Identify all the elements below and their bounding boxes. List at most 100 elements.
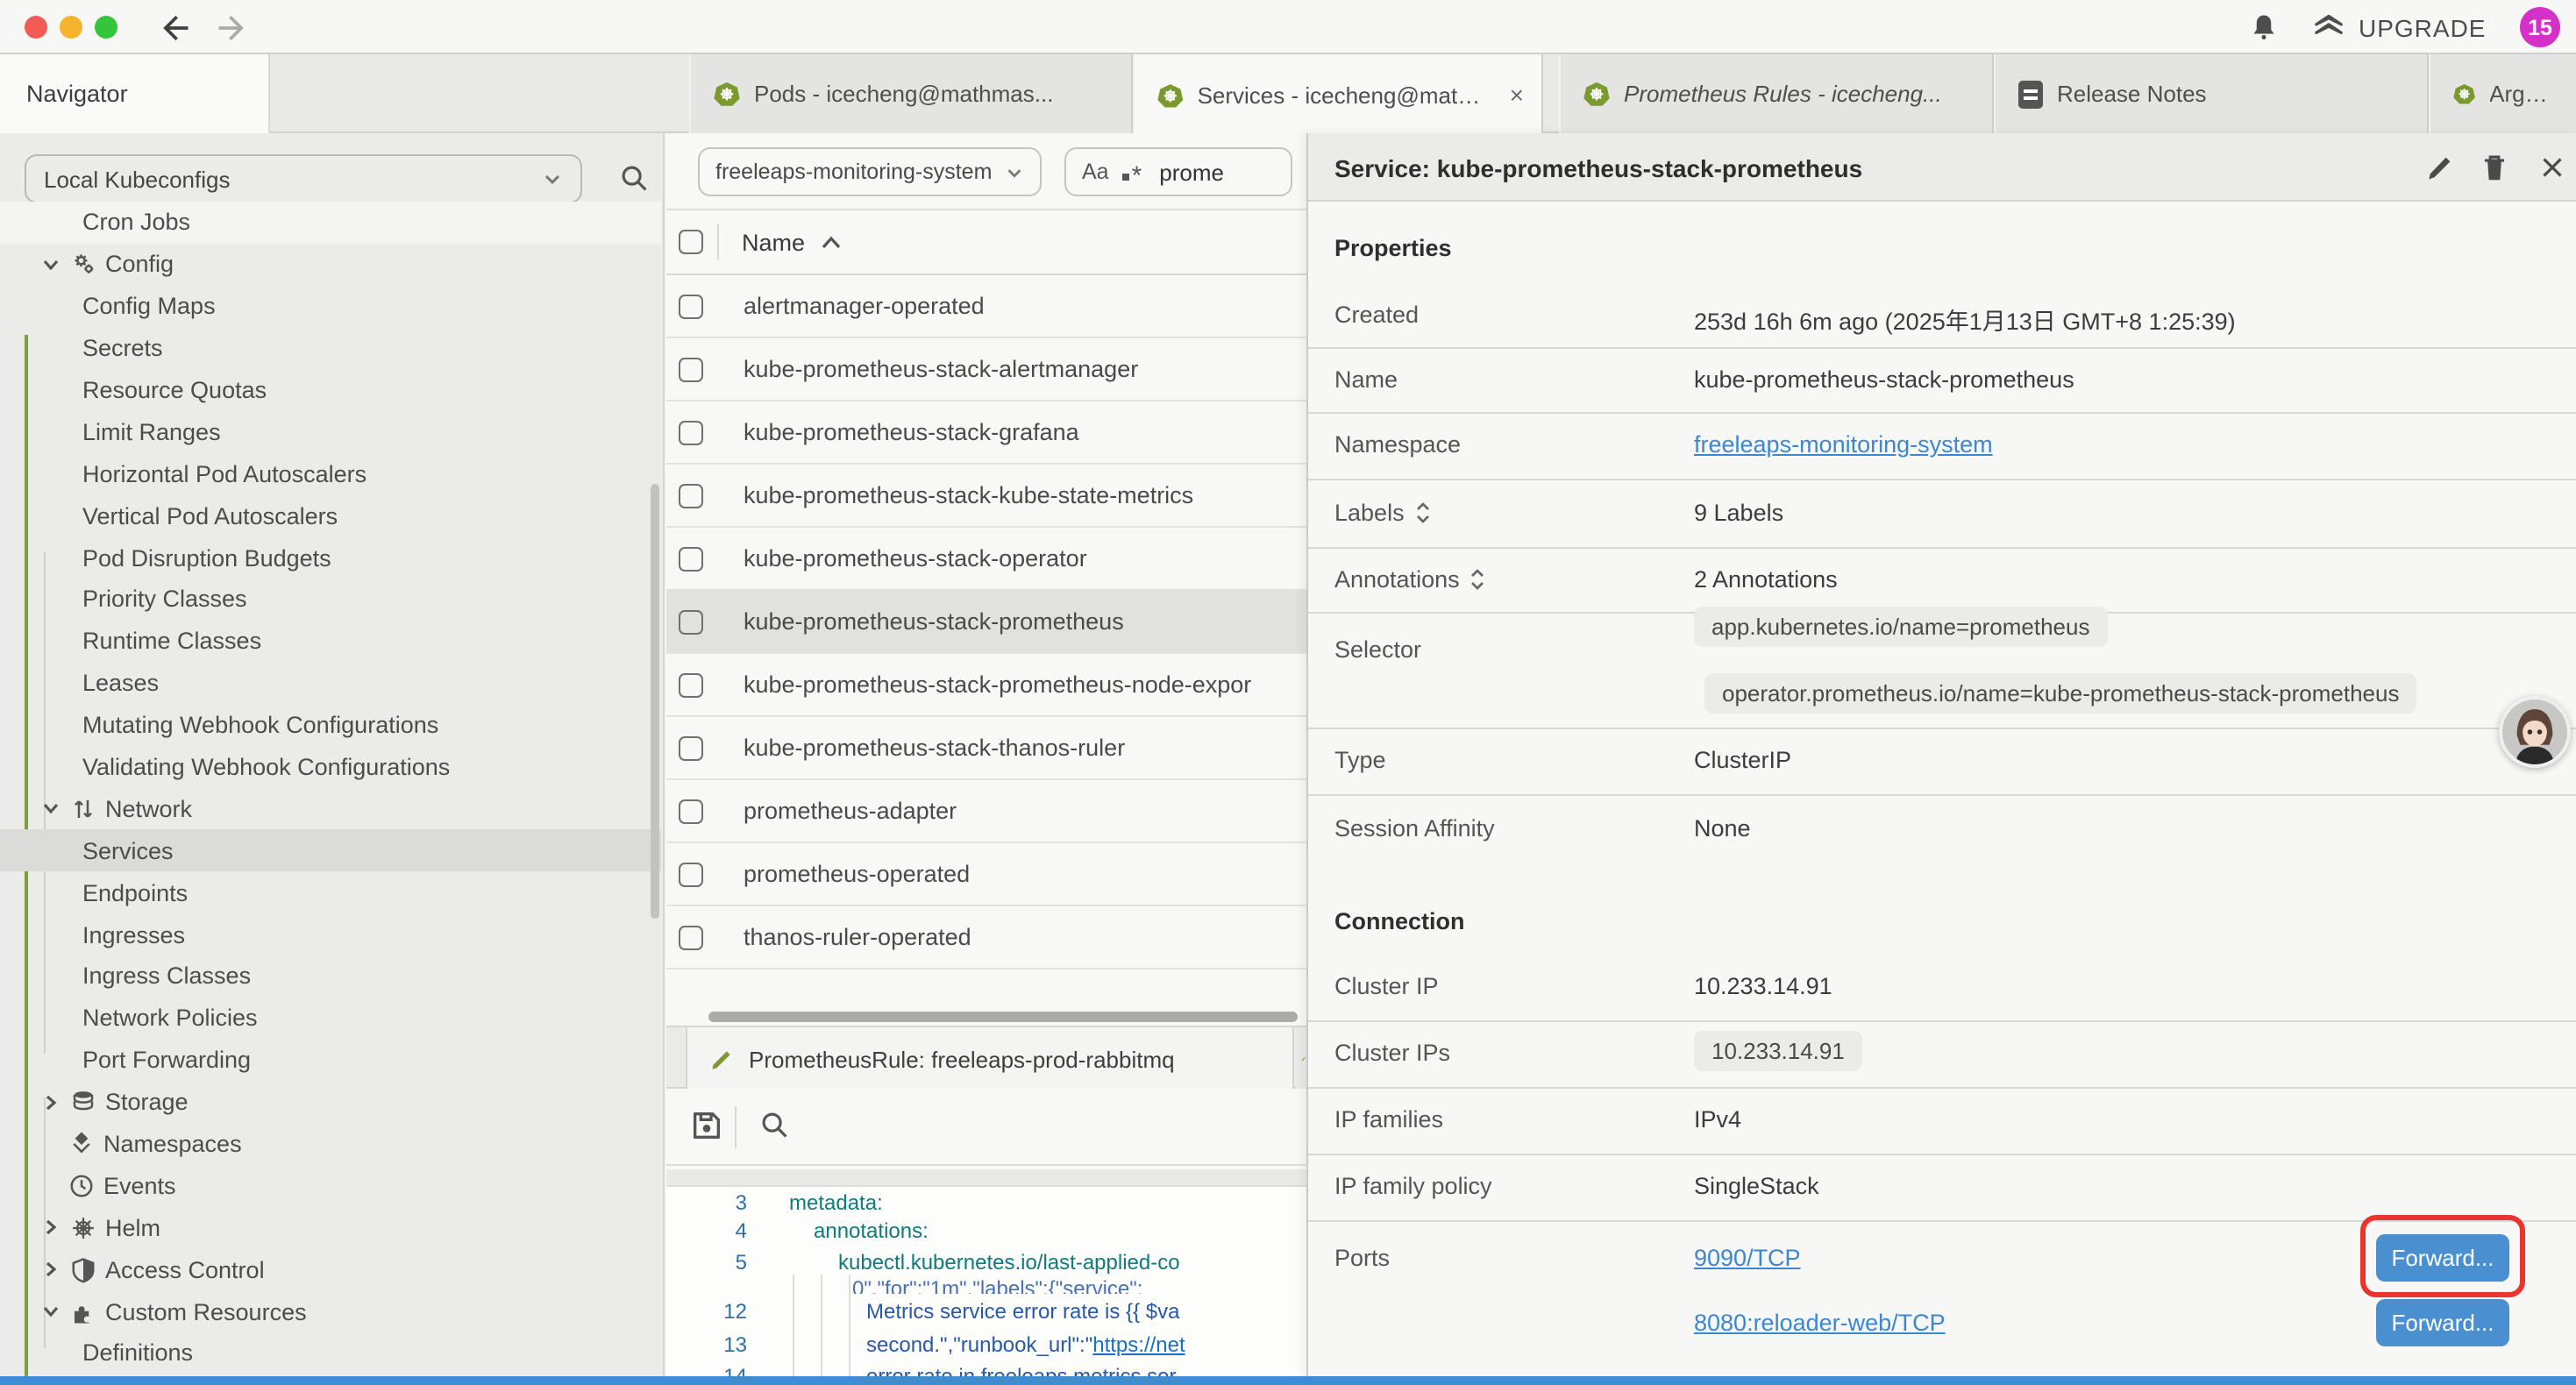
forward-port-button[interactable]: Forward... — [2376, 1299, 2509, 1346]
port-link[interactable]: 9090/TCP — [1694, 1245, 1801, 1271]
row-checkbox[interactable] — [679, 672, 703, 697]
search-icon[interactable] — [758, 1108, 791, 1141]
sidebar-item-config[interactable]: Config — [0, 244, 661, 286]
horizontal-scrollbar[interactable] — [666, 1010, 1306, 1024]
table-row[interactable]: thanos-ruler-operated — [666, 906, 1306, 970]
close-tab-icon[interactable]: × — [1510, 81, 1524, 109]
sidebar-item-limit-ranges[interactable]: Limit Ranges — [0, 411, 661, 453]
filter-input[interactable] — [1156, 157, 1247, 187]
cluster-ip-value: 10.233.14.91 — [1694, 973, 1832, 999]
sidebar-item-ingress-classes[interactable]: Ingress Classes — [0, 955, 661, 998]
row-checkbox[interactable] — [679, 799, 703, 823]
sidebar-item-events[interactable]: Events — [0, 1165, 661, 1207]
table-row[interactable]: kube-prometheus-stack-prometheus-node-ex… — [666, 654, 1306, 717]
edit-pencil-icon[interactable] — [2423, 151, 2457, 184]
tab-services[interactable]: Services - icecheng@math... × — [1133, 54, 1543, 135]
assistant-avatar[interactable] — [2499, 696, 2571, 768]
kubernetes-icon — [2453, 81, 2475, 107]
sidebar-item-port-forwarding[interactable]: Port Forwarding — [0, 1040, 661, 1082]
port-link[interactable]: 8080:reloader-web/TCP — [1694, 1310, 1946, 1336]
table-row-selected[interactable]: kube-prometheus-stack-prometheus — [666, 591, 1306, 654]
close-icon[interactable] — [2536, 151, 2569, 184]
row-checkbox[interactable] — [679, 735, 703, 760]
sidebar-item-ingresses[interactable]: Ingresses — [0, 913, 661, 955]
table-row[interactable]: kube-prometheus-stack-grafana — [666, 401, 1306, 465]
table-row[interactable]: kube-prometheus-stack-thanos-ruler — [666, 717, 1306, 780]
row-checkbox[interactable] — [679, 420, 703, 444]
sidebar-item-endpoints[interactable]: Endpoints — [0, 872, 661, 914]
sidebar-item-namespaces[interactable]: Namespaces — [0, 1123, 661, 1165]
trash-icon[interactable] — [2478, 151, 2511, 184]
upgrade-button[interactable]: UPGRADE — [2311, 11, 2486, 44]
back-icon[interactable] — [154, 9, 193, 47]
table-row[interactable]: kube-prometheus-stack-kube-state-metrics — [666, 465, 1306, 528]
row-checkbox[interactable] — [679, 546, 703, 571]
row-checkbox[interactable] — [679, 357, 703, 381]
sidebar-scrollbar[interactable] — [651, 484, 659, 919]
annotations-value[interactable]: 2 Annotations — [1694, 566, 1838, 593]
namespace-selector[interactable]: freeleaps-monitoring-system — [698, 147, 1042, 196]
select-all-checkbox[interactable] — [679, 230, 703, 254]
code-link[interactable]: https://net — [1092, 1332, 1185, 1357]
sidebar-item-definitions[interactable]: Definitions — [0, 1332, 661, 1374]
regex-toggle[interactable]: * — [1123, 157, 1142, 187]
table-row[interactable]: prometheus-adapter — [666, 780, 1306, 843]
row-checkbox[interactable] — [679, 294, 703, 318]
sidebar-item-validating-webhook-configurations[interactable]: Validating Webhook Configurations — [0, 746, 661, 788]
sidebar-item-mutating-webhook-configurations[interactable]: Mutating Webhook Configurations — [0, 704, 661, 746]
sidebar-item-runtime-classes[interactable]: Runtime Classes — [0, 621, 661, 663]
table-row[interactable]: kube-prometheus-stack-operator — [666, 528, 1306, 591]
tab-pods[interactable]: Pods - icecheng@mathmas... — [689, 54, 1133, 133]
forward-icon[interactable] — [214, 9, 253, 47]
sidebar-item-services[interactable]: Services — [0, 830, 661, 872]
sidebar-item-leases[interactable]: Leases — [0, 663, 661, 705]
cluster-ips-chip: 10.233.14.91 — [1694, 1031, 1862, 1071]
table-row[interactable]: kube-prometheus-stack-alertmanager — [666, 338, 1306, 401]
profile-badge[interactable]: 15 — [2520, 7, 2560, 47]
sidebar-item-horizontal-pod-autoscalers[interactable]: Horizontal Pod Autoscalers — [0, 453, 661, 495]
close-window-button[interactable] — [25, 16, 47, 39]
scrollbar-thumb[interactable] — [708, 1012, 1298, 1022]
notifications-bell-icon[interactable] — [2248, 11, 2280, 44]
sidebar-item-helm[interactable]: Helm — [0, 1207, 661, 1249]
sidebar-item-priority-classes[interactable]: Priority Classes — [0, 579, 661, 621]
minimize-window-button[interactable] — [60, 16, 82, 39]
navigator-panel-title: Navigator — [0, 54, 270, 133]
table-row[interactable]: alertmanager-operated — [666, 275, 1306, 338]
tab-release-notes[interactable]: Release Notes — [1994, 54, 2429, 133]
tab-argo[interactable]: Argo Se — [2429, 54, 2576, 133]
sidebar-item-pod-disruption-budgets[interactable]: Pod Disruption Budgets — [0, 536, 661, 579]
sidebar-item-custom-resources[interactable]: Custom Resources — [0, 1290, 661, 1332]
sidebar-item-vertical-pod-autoscalers[interactable]: Vertical Pod Autoscalers — [0, 494, 661, 536]
labels-value[interactable]: 9 Labels — [1694, 500, 1783, 526]
expand-collapse-icon[interactable] — [1415, 501, 1431, 524]
sidebar-item-secrets[interactable]: Secrets — [0, 327, 661, 369]
namespace-link[interactable]: freeleaps-monitoring-system — [1694, 431, 1993, 458]
tab-prometheus-rules[interactable]: Prometheus Rules - icecheng... — [1559, 54, 1994, 133]
helm-wheel-icon — [70, 1215, 96, 1241]
sidebar-item-network-policies[interactable]: Network Policies — [0, 998, 661, 1040]
sort-ascending-icon[interactable] — [821, 234, 842, 250]
sidebar-item-access-control[interactable]: Access Control — [0, 1249, 661, 1291]
sidebar-item-network[interactable]: Network — [0, 788, 661, 830]
row-checkbox[interactable] — [679, 609, 703, 634]
name-label: Name — [1334, 366, 1398, 393]
sidebar-item-cron-jobs[interactable]: Cron Jobs — [0, 202, 661, 244]
maximize-window-button[interactable] — [95, 16, 117, 39]
sidebar-item-config-maps[interactable]: Config Maps — [0, 286, 661, 328]
match-case-toggle[interactable]: Aa — [1082, 160, 1109, 184]
search-icon[interactable] — [617, 161, 651, 195]
sidebar-item-storage[interactable]: Storage — [0, 1081, 661, 1123]
row-checkbox[interactable] — [679, 925, 703, 949]
filter-box[interactable]: Aa * — [1064, 147, 1292, 196]
table-row[interactable]: prometheus-operated — [666, 843, 1306, 906]
sidebar-item-resource-quotas[interactable]: Resource Quotas — [0, 369, 661, 411]
expand-collapse-icon[interactable] — [1470, 568, 1486, 591]
row-checkbox[interactable] — [679, 862, 703, 886]
row-checkbox[interactable] — [679, 483, 703, 508]
editor-tab-prometheusrule[interactable]: PrometheusRule: freeleaps-prod-rabbitmq — [686, 1027, 1294, 1090]
kubeconfig-selector[interactable]: Local Kubeconfigs — [25, 154, 582, 203]
name-column-header[interactable]: Name — [742, 229, 805, 255]
editor-tab-partial[interactable] — [1296, 1027, 1306, 1090]
save-icon[interactable] — [689, 1108, 724, 1143]
